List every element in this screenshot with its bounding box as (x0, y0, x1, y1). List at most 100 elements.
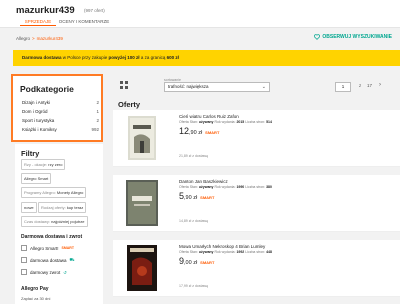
offer-price: 9,00 zł SMART (179, 256, 214, 266)
offer-title[interactable]: Cień wiatru Carlos Ruiz Zafon (179, 114, 239, 119)
allegro-pay-note[interactable]: Zapłać za 30 dni (21, 296, 50, 301)
checkbox-label: darmowy zwrot (30, 269, 61, 275)
subcategory-home[interactable]: Dom i Ogród 1 (22, 107, 101, 116)
smart-badge: SMART (200, 260, 215, 265)
offer-title[interactable]: Danton Jan Baszkiewicz (179, 179, 228, 184)
truck-icon: ⛟ (69, 257, 75, 262)
subcategory-count: 2 (96, 118, 99, 123)
breadcrumb-separator: > (32, 36, 35, 41)
subcategory-label: Sport i turystyka (22, 118, 55, 123)
filter-chip[interactable]: Rodzaj oferty: kup teraz (38, 202, 87, 213)
filter-chip[interactable]: Allegro Smart (21, 173, 52, 184)
subcategory-label: Książki i Komiksy (22, 127, 57, 132)
subcategory-design[interactable]: Dizajn i Antyki 2 (22, 98, 101, 107)
chip-value: rzy zero (48, 162, 63, 167)
meta-value: 1990 (236, 185, 245, 189)
offer-title[interactable]: Mowa Umarłych Nekroskop 4 Brian Lumley (179, 244, 265, 249)
filter-chip[interactable]: Programy Allegro: Monety Allegro (21, 187, 87, 198)
chip-value: Monety Allegro (56, 190, 84, 195)
meta-key: Liczba stron: (245, 250, 266, 254)
filter-chip[interactable]: Czas dostawy: najpóźniej pojutrze (21, 216, 88, 227)
seller-header: mazurkur439 (997 ofert) SPRZEDAJE OCENY … (0, 0, 400, 28)
price-integer: 12 (179, 126, 190, 136)
page-total: 17 (367, 83, 373, 88)
meta-value: 1992 (236, 250, 245, 254)
meta-label: Oferta (179, 120, 189, 124)
banner-text-2: a za granicą (139, 55, 167, 60)
subcategory-books[interactable]: Książki i Komiksy 992 (22, 125, 101, 134)
offer-card[interactable]: Mowa Umarłych Nekroskop 4 Brian Lumley O… (113, 240, 400, 297)
offer-card[interactable]: Danton Jan Baszkiewicz Oferta Stan: używ… (113, 175, 400, 232)
meta-key: Rok wydania: (214, 120, 236, 124)
seller-offer-count: (997 ofert) (84, 7, 105, 13)
offer-thumbnail[interactable] (122, 243, 162, 293)
watch-search-button[interactable]: OBSERWUJ WYSZUKIWANIE (314, 34, 392, 40)
checkbox-box[interactable] (21, 269, 27, 275)
offer-shipping: 21,89 zł z dostawą (179, 154, 208, 158)
tab-selling[interactable]: SPRZEDAJE (20, 17, 56, 26)
meta-key: Stan: (189, 185, 198, 189)
checkbox-free-delivery[interactable]: darmowa dostawa ⛟ (21, 257, 75, 263)
grid-view-icon[interactable] (120, 81, 128, 89)
meta-key: Stan: (189, 250, 198, 254)
filter-chip[interactable]: Rzy - okacje: rzy zero (21, 159, 66, 170)
meta-value: 2015 (236, 120, 245, 124)
checkbox-box[interactable] (21, 257, 27, 263)
tab-ratings[interactable]: OCENY I KOMENTARZE (58, 17, 110, 26)
return-icon: ↺ (63, 269, 67, 275)
sort-select[interactable]: trafność: największa ⌄ (164, 82, 270, 92)
allegro-pay-title: Allegro Pay (21, 286, 49, 292)
chip-label: Czas dostawy: (24, 219, 51, 224)
breadcrumb: Allegro > mazurkur439 (16, 36, 63, 41)
filter-chip[interactable]: nowe (21, 202, 37, 213)
meta-key: Liczba stron: (245, 185, 266, 189)
subcategory-count: 1 (96, 109, 99, 114)
offer-card[interactable]: Cień wiatru Carlos Ruiz Zafon Oferta Sta… (113, 110, 400, 167)
meta-key: Rok wydania: (214, 185, 236, 189)
offer-price: 5,90 zł SMART (179, 191, 214, 201)
page-input[interactable]: 1 (335, 82, 351, 92)
banner-text: w Polsce przy zakupie (61, 55, 109, 60)
offer-thumbnail[interactable] (122, 178, 162, 228)
subcategory-label: Dizajn i Antyki (22, 100, 51, 105)
chip-label: Programy Allegro: (24, 190, 56, 195)
smart-badge: SMART (205, 130, 220, 135)
checkbox-free-return[interactable]: darmowy zwrot ↺ (21, 269, 67, 275)
checkbox-label: Allegro Smart! (30, 245, 59, 251)
subcategory-label: Dom i Ogród (22, 109, 48, 114)
subcategory-count: 992 (91, 127, 99, 132)
next-page-icon[interactable]: › (379, 82, 381, 88)
subcategory-sport[interactable]: Sport i turystyka 2 (22, 116, 101, 125)
meta-value: 448 (266, 250, 272, 254)
chip-value: Allegro Smart (24, 176, 49, 181)
watch-heart-icon (314, 34, 321, 40)
seller-name: mazurkur439 (16, 5, 75, 16)
price-decimal: ,90 zł (184, 195, 198, 201)
chevron-down-icon: ⌄ (261, 84, 266, 90)
banner-prefix: Darmowa dostawa (22, 55, 62, 60)
chip-label: Rodzaj oferty: (41, 205, 66, 210)
watch-search-label: OBSERWUJ WYSZUKIWANIE (322, 34, 392, 40)
breadcrumb-root[interactable]: Allegro (16, 36, 30, 41)
price-decimal: ,90 zł (189, 130, 203, 136)
subcategories-panel: Podkategorie Dizajn i Antyki 2 Dom i Ogr… (11, 74, 103, 142)
meta-value: 514 (266, 120, 272, 124)
checkbox-smart[interactable]: Allegro Smart! SMART (21, 245, 74, 251)
offer-meta: Oferta Stan: używany Rok wydania: 1990 L… (179, 185, 272, 189)
chip-label: Rzy - okacje: (24, 162, 48, 167)
meta-value: używany (198, 185, 214, 189)
page-of-label: z (359, 83, 362, 88)
checkbox-label: darmowa dostawa (30, 257, 67, 263)
meta-key: Rok wydania: (214, 250, 236, 254)
subcategory-count: 2 (96, 100, 99, 105)
checkbox-box[interactable] (21, 245, 27, 251)
banner-threshold-abroad: 600 zł (166, 55, 179, 60)
breadcrumb-current[interactable]: mazurkur439 (37, 36, 63, 41)
meta-value: 380 (266, 185, 272, 189)
subcategories-title: Podkategorie (20, 84, 74, 94)
chip-value: kup teraz (66, 205, 84, 210)
offer-shipping: 17,99 zł z dostawą (179, 284, 208, 288)
offer-thumbnail[interactable] (122, 113, 162, 163)
offer-price: 12,90 zł SMART (179, 126, 219, 136)
meta-value: używany (198, 120, 214, 124)
